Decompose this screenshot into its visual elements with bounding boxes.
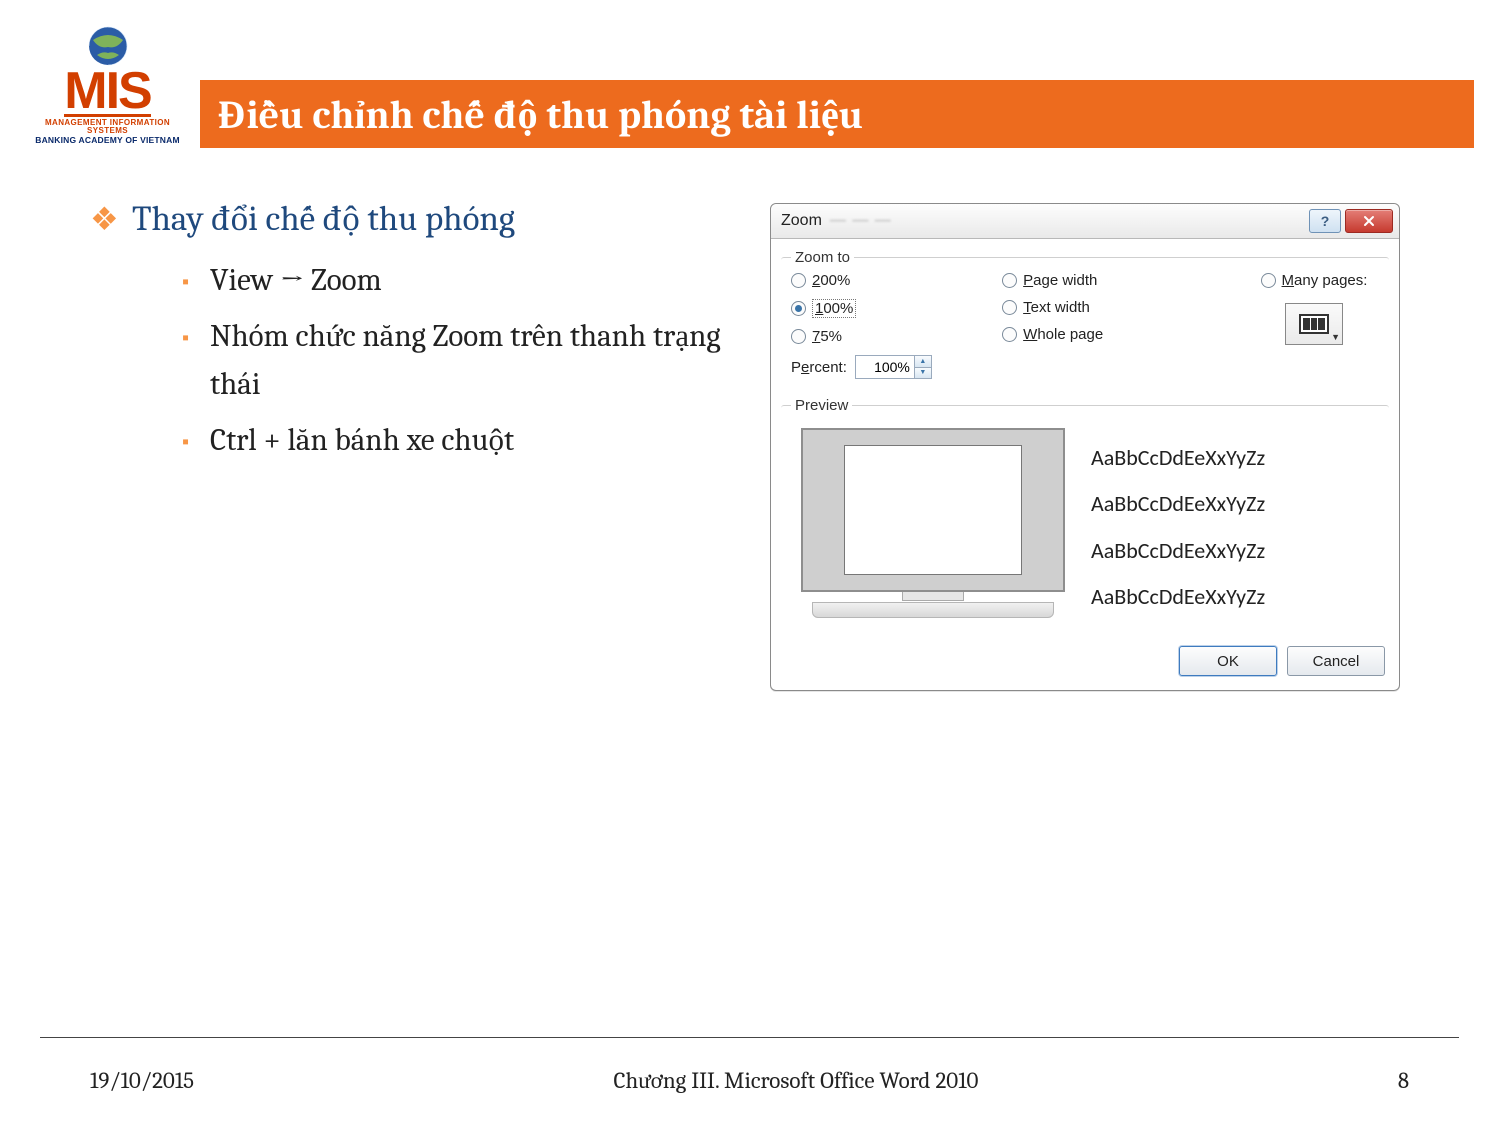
slide-header: MIS MANAGEMENT INFORMATION SYSTEMS BANKI… (25, 25, 1474, 145)
percent-spinner[interactable]: ▲ ▼ (855, 355, 932, 379)
radio-75[interactable]: 75% (791, 328, 856, 345)
close-button[interactable] (1345, 209, 1393, 233)
logo-acronym: MIS (64, 69, 150, 117)
spinner-down-icon[interactable]: ▼ (915, 368, 931, 379)
diamond-bullet-icon: ❖ (90, 198, 132, 241)
bullet-level2: ▪Ctrl + lăn bánh xe chuột (90, 416, 730, 464)
bullet-level1: ❖Thay đổi chế độ thu phóng (90, 195, 730, 242)
zoom-dialog: Zoom — — — ? Zoom to 200% 100% 75% Page … (770, 203, 1400, 691)
dialog-footer: OK Cancel (781, 646, 1389, 680)
zoom-options-row: 200% 100% 75% Page width Text width Whol… (791, 272, 1379, 345)
logo-line2: BANKING ACADEMY OF VIETNAM (25, 135, 190, 146)
cancel-button[interactable]: Cancel (1287, 646, 1385, 676)
footer-page: 8 (1398, 1067, 1409, 1094)
square-bullet-icon: ▪ (182, 322, 210, 353)
preview-monitor (793, 428, 1073, 626)
radio-100[interactable]: 100% (791, 299, 856, 318)
sample-line: AaBbCcDdEeXxYyZz (1091, 583, 1377, 610)
logo-line1: MANAGEMENT INFORMATION SYSTEMS (25, 119, 190, 135)
close-icon (1363, 215, 1375, 227)
globe-icon (87, 25, 129, 67)
zoom-col-right: Many pages: ▼ (1249, 272, 1379, 345)
sample-line: AaBbCcDdEeXxYyZz (1091, 490, 1377, 517)
zoom-to-legend: Zoom to (791, 249, 854, 266)
dialog-titlebar: Zoom — — — ? (771, 204, 1399, 239)
footer-chapter: Chương III. Microsoft Office Word 2010 (614, 1067, 979, 1094)
radio-text-width[interactable]: Text width (1002, 299, 1103, 316)
preview-area: AaBbCcDdEeXxYyZz AaBbCcDdEeXxYyZz AaBbCc… (791, 422, 1379, 628)
zoom-dialog-screenshot: Zoom — — — ? Zoom to 200% 100% 75% Page … (770, 203, 1400, 691)
preview-group: Preview AaBbCcDdEeXxYyZz AaBbCcDdEeXxYyZ… (781, 397, 1389, 638)
footer-date: 19/10/2015 (90, 1067, 194, 1094)
spinner-up-icon[interactable]: ▲ (915, 356, 931, 368)
bullet-l2-text: Ctrl + lăn bánh xe chuột (210, 422, 514, 458)
ok-button[interactable]: OK (1179, 646, 1277, 676)
percent-row: Percent: ▲ ▼ (791, 355, 1379, 379)
many-pages-button[interactable]: ▼ (1285, 303, 1343, 345)
footer-rule (40, 1037, 1459, 1038)
sample-line: AaBbCcDdEeXxYyZz (1091, 537, 1377, 564)
preview-legend: Preview (791, 397, 852, 414)
bullet-level2: ▪Nhóm chức năng Zoom trên thanh trạng th… (90, 312, 730, 408)
monitor-frame (801, 428, 1065, 592)
help-button[interactable]: ? (1309, 209, 1341, 233)
radio-many-pages[interactable]: Many pages: (1261, 272, 1368, 289)
bullet-level2: ▪View → Zoom (90, 256, 730, 304)
many-pages-icon (1299, 314, 1329, 334)
zoom-col-mid: Page width Text width Whole page (1002, 272, 1103, 345)
dialog-title-text: Zoom (781, 212, 822, 230)
dialog-body: Zoom to 200% 100% 75% Page width Text wi… (771, 239, 1399, 690)
radio-200[interactable]: 200% (791, 272, 856, 289)
bullet-l2-text: Nhóm chức năng Zoom trên thanh trạng thá… (210, 318, 721, 402)
monitor-stand-icon (833, 592, 1033, 626)
spinner-arrows[interactable]: ▲ ▼ (914, 356, 931, 378)
slide-content: ❖Thay đổi chế độ thu phóng ▪View → Zoom … (90, 195, 730, 472)
zoom-to-group: Zoom to 200% 100% 75% Page width Text wi… (781, 249, 1389, 389)
preview-sample-text: AaBbCcDdEeXxYyZz AaBbCcDdEeXxYyZz AaBbCc… (1091, 428, 1377, 626)
blurred-text: — — — (830, 212, 892, 230)
dropdown-arrow-icon: ▼ (1331, 332, 1340, 342)
square-bullet-icon: ▪ (182, 266, 210, 297)
sample-line: AaBbCcDdEeXxYyZz (1091, 444, 1377, 471)
radio-whole-page[interactable]: Whole page (1002, 326, 1103, 343)
bullet-l2-text: View → Zoom (210, 262, 382, 298)
bullet-l1-text: Thay đổi chế độ thu phóng (132, 198, 515, 239)
slide-title: Điều chỉnh chế độ thu phóng tài liệu (200, 80, 1474, 148)
preview-page-icon (844, 445, 1022, 575)
square-bullet-icon: ▪ (182, 426, 210, 457)
percent-label: Percent: (791, 359, 847, 376)
slide-footer: 19/10/2015 Chương III. Microsoft Office … (90, 1067, 1409, 1094)
percent-input[interactable] (856, 356, 914, 378)
logo: MIS MANAGEMENT INFORMATION SYSTEMS BANKI… (25, 25, 190, 146)
zoom-col-left: 200% 100% 75% (791, 272, 856, 345)
radio-page-width[interactable]: Page width (1002, 272, 1103, 289)
